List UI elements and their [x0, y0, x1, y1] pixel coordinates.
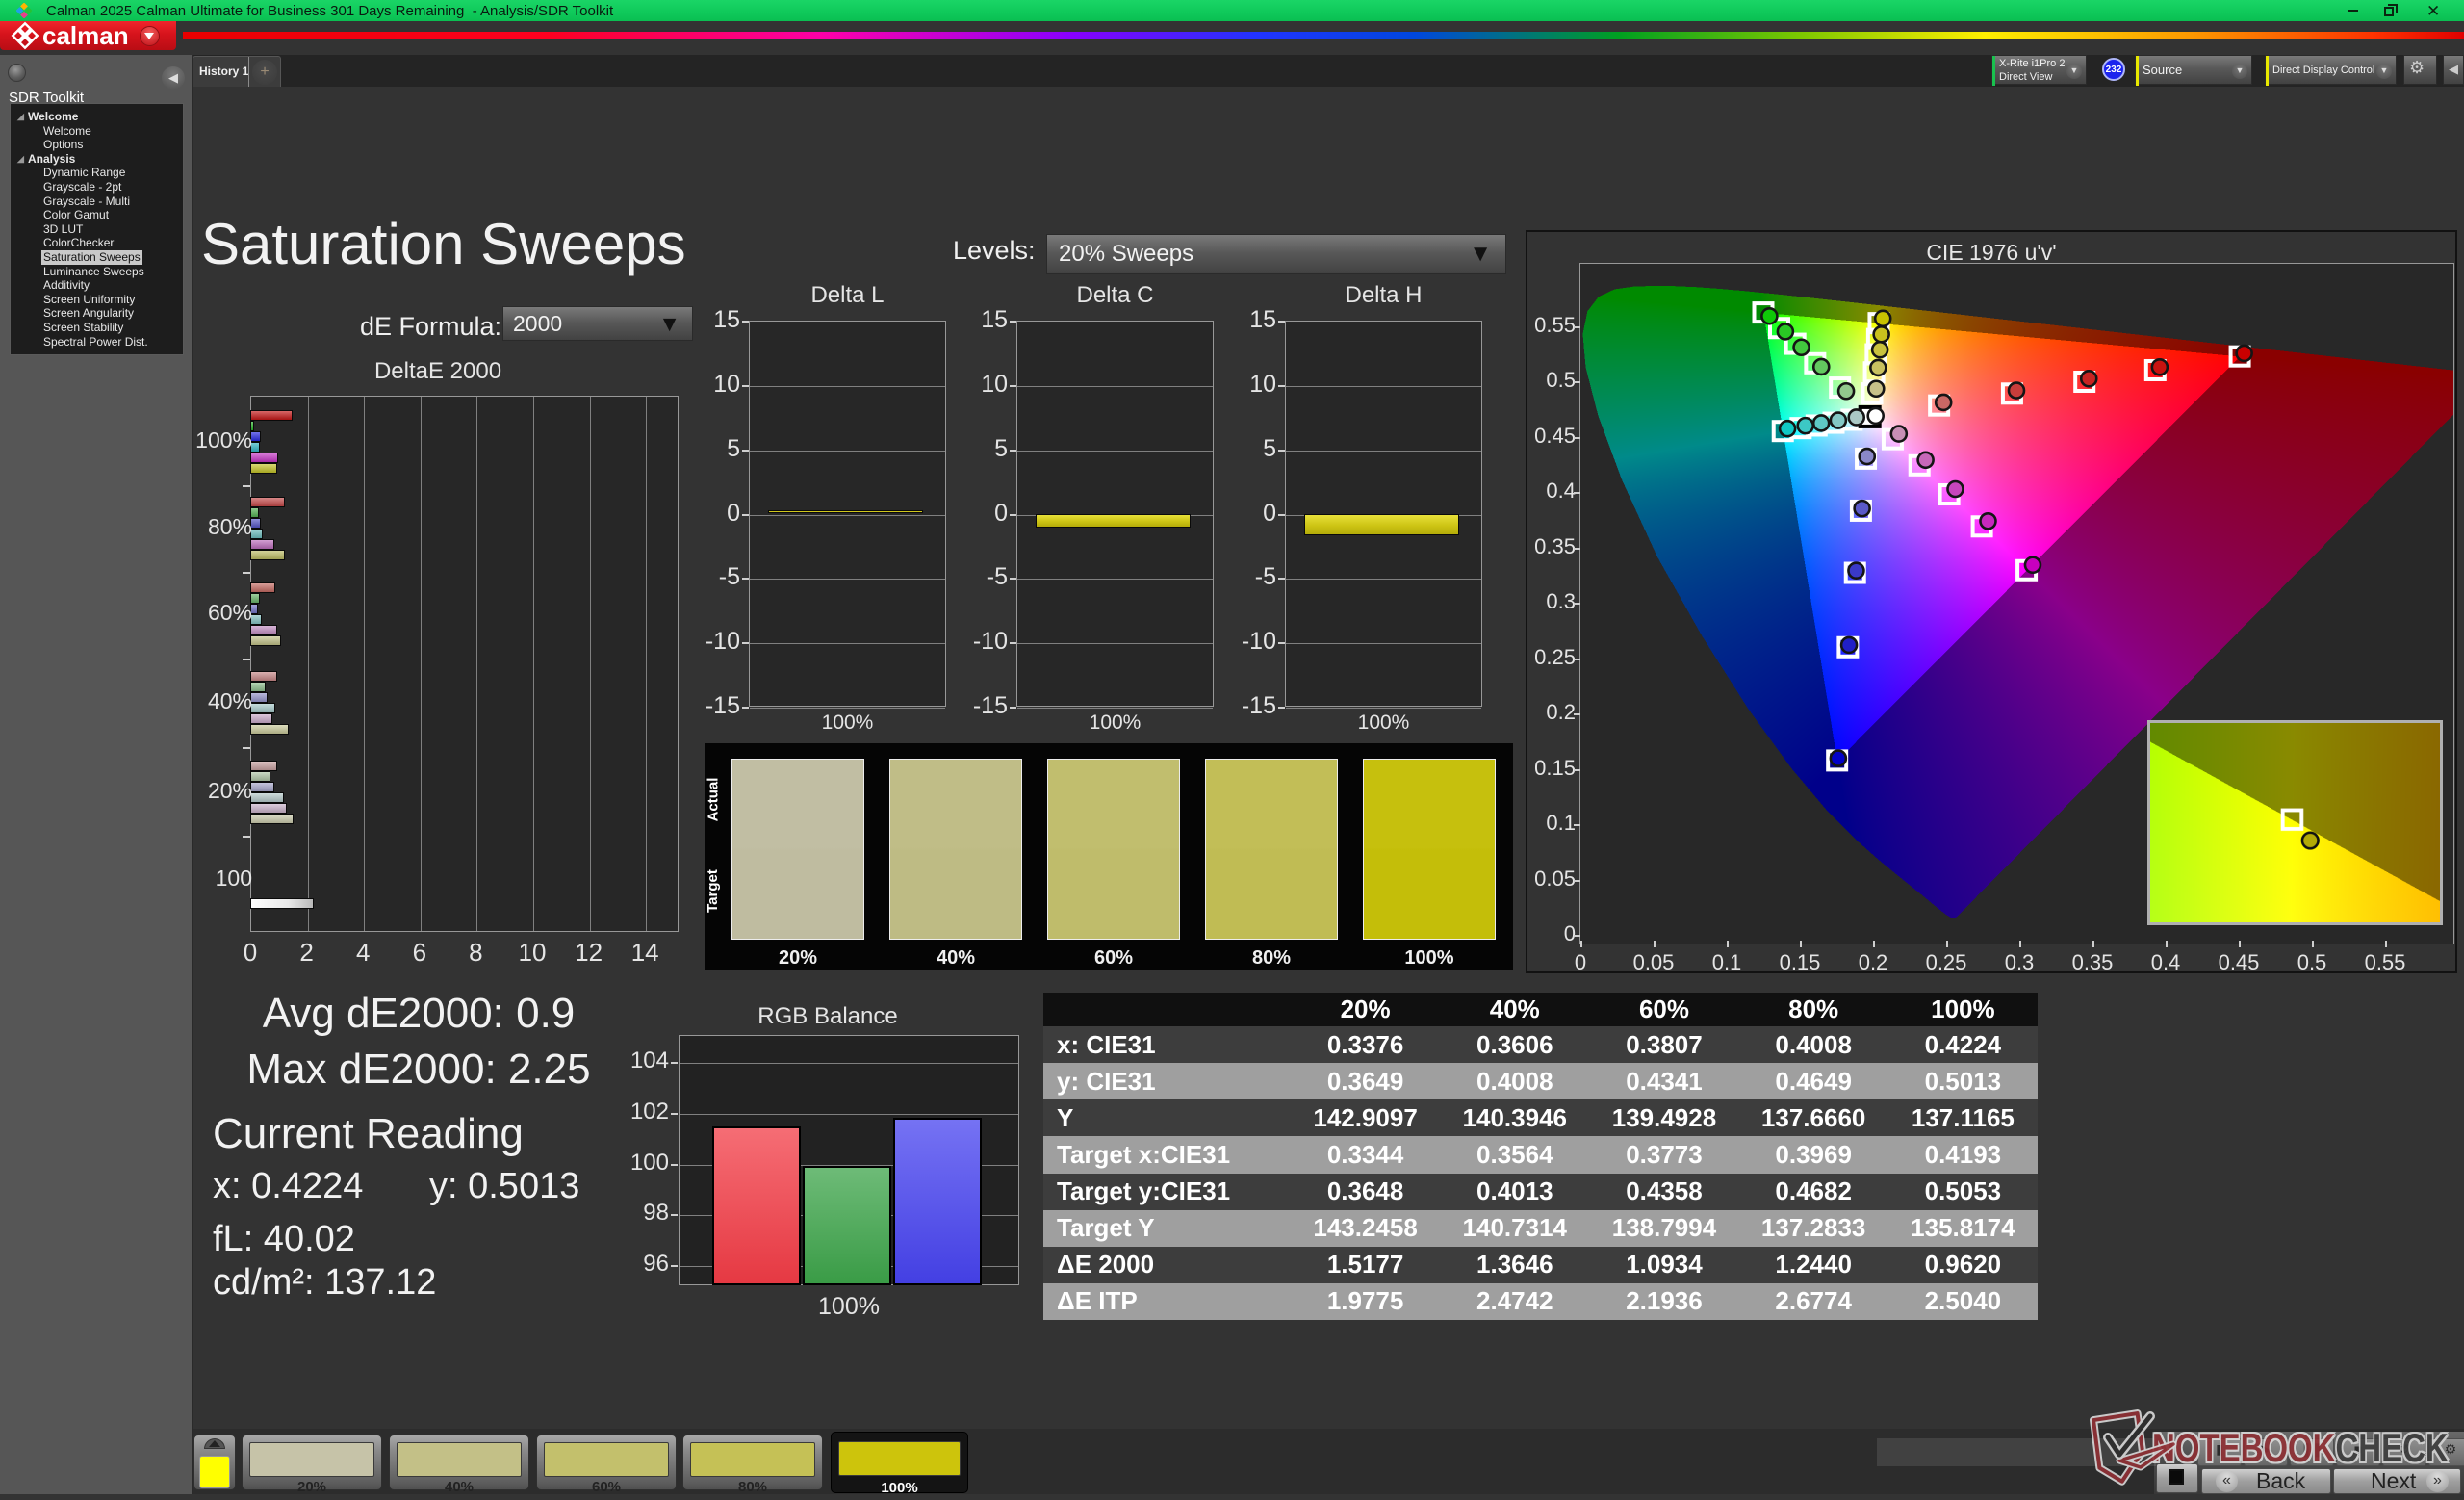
svg-text:calman: calman [42, 21, 129, 50]
